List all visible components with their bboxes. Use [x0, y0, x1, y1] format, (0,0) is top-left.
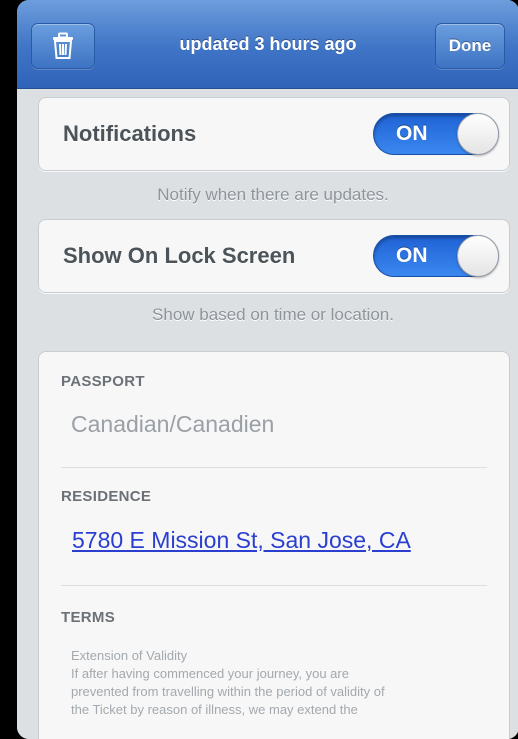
residence-label: RESIDENCE	[61, 488, 152, 505]
notifications-label: Notifications	[63, 121, 197, 146]
toggle-state-label: ON	[396, 122, 428, 145]
divider	[61, 467, 487, 468]
settings-content: Notifications ON Notify when there are u…	[17, 89, 518, 739]
divider	[61, 585, 487, 586]
residence-address-link[interactable]: 5780 E Mission St, San Jose, CA	[72, 527, 411, 554]
passport-value: Canadian/Canadien	[71, 411, 275, 437]
notifications-note: Notify when there are updates.	[157, 185, 389, 204]
done-button[interactable]: Done	[435, 23, 505, 69]
notifications-toggle[interactable]: ON	[373, 113, 499, 155]
trash-icon	[53, 32, 73, 59]
lock-screen-label: Show On Lock Screen	[63, 243, 296, 268]
last-updated-status: updated 3 hours ago	[179, 34, 357, 54]
terms-label: TERMS	[61, 609, 115, 626]
terms-line: If after having commenced your journey, …	[71, 666, 349, 681]
toggle-state-label: ON	[396, 244, 428, 267]
passport-label: PASSPORT	[61, 373, 145, 390]
terms-line: the Ticket by reason of illness, we may …	[71, 702, 358, 717]
terms-line: Extension of Validity	[71, 648, 188, 663]
top-bar: updated 3 hours ago Done	[17, 0, 518, 89]
pass-fields-panel: PASSPORT Canadian/Canadien RESIDENCE 578…	[38, 351, 510, 739]
lock-screen-toggle[interactable]: ON	[373, 235, 499, 277]
terms-text: Extension of Validity If after having co…	[71, 647, 491, 719]
terms-line: prevented from travelling within the per…	[71, 684, 385, 699]
delete-pass-button[interactable]	[31, 23, 95, 69]
toggle-knob	[457, 235, 499, 277]
pass-back-card: updated 3 hours ago Done Notifications O…	[17, 0, 518, 739]
toggle-knob	[457, 113, 499, 155]
lock-screen-note: Show based on time or location.	[152, 305, 394, 324]
lock-screen-setting: Show On Lock Screen ON	[38, 219, 510, 293]
notifications-setting: Notifications ON	[38, 97, 510, 171]
